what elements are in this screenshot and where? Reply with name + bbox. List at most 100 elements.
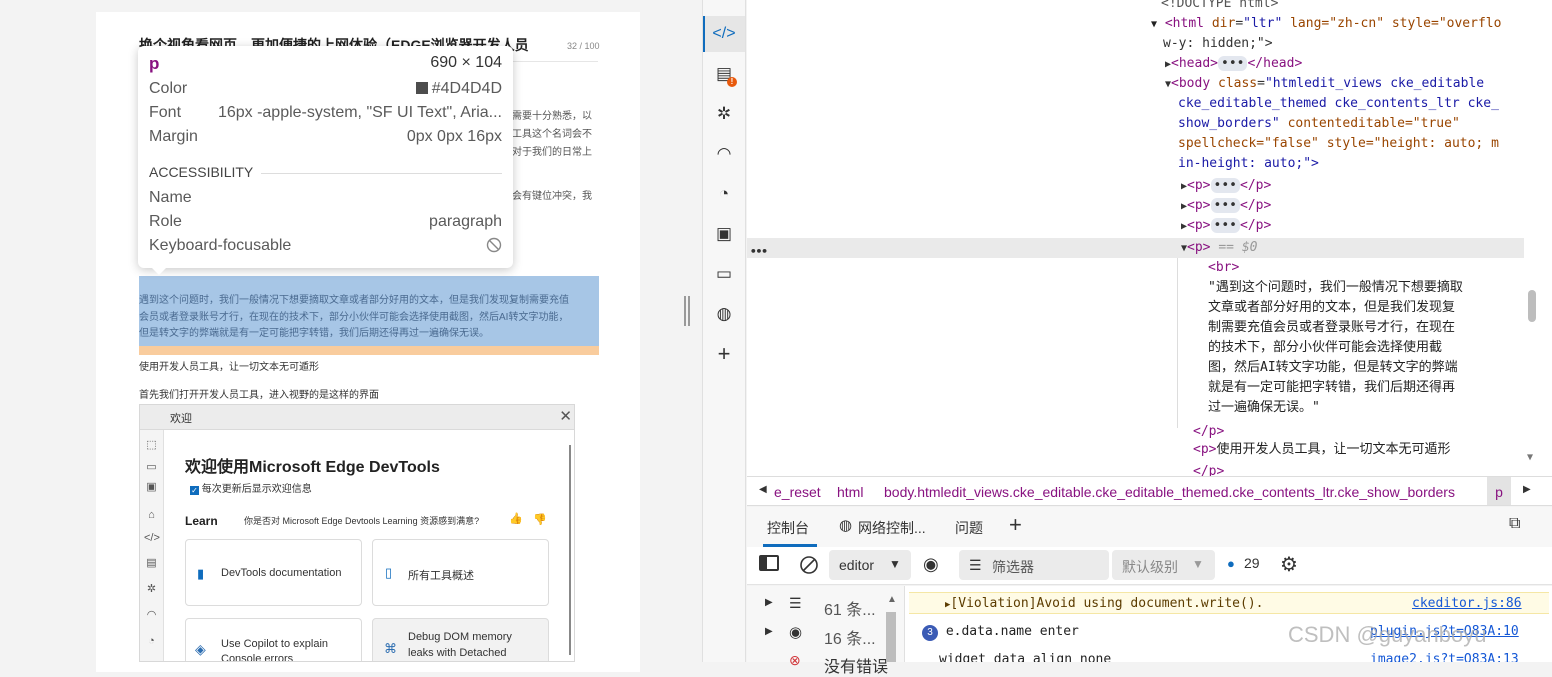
welcome-checkbox-row[interactable]: ✓ 每次更新后显示欢迎信息 xyxy=(190,480,312,495)
ellipsis-icon[interactable]: ••• xyxy=(1210,218,1240,233)
thumbs-up-icon[interactable]: 👍 xyxy=(509,512,523,525)
checkbox-icon[interactable]: ✓ xyxy=(190,486,199,495)
br-node[interactable]: <br> xyxy=(1208,258,1239,278)
welcome-tab: 欢迎 xyxy=(170,413,192,425)
html-node[interactable]: ▼ <html dir="ltr" lang="zh-cn" style="ov… xyxy=(1151,14,1501,35)
filter-input[interactable]: ☰ 筛选器 xyxy=(959,550,1109,580)
panel-resize-handle[interactable] xyxy=(684,296,690,326)
text-node-line: 的技术下，部分小伙伴可能会选择使用截 xyxy=(1208,340,1443,355)
performance-icon: ◔ xyxy=(148,635,155,647)
card-tools-overview[interactable]: ▯ 所有工具概述 xyxy=(372,539,549,606)
tooltip-size: 690 × 104 xyxy=(430,54,502,71)
card-copilot[interactable]: ◈ Use Copilot to explain Console errors xyxy=(185,618,362,661)
console-sidebar: ▶ ☰ 61 条... ▶ ◉ 16 条... ⊗ 没有错误 ▲ xyxy=(747,586,905,676)
body-style-1: style="height: auto; m xyxy=(1326,136,1499,151)
scroll-left-icon[interactable]: ◀ xyxy=(759,484,767,495)
breadcrumb-item[interactable]: html xyxy=(837,484,863,500)
scroll-down-icon[interactable]: ▼ xyxy=(1527,452,1533,463)
p-node[interactable]: ▶<p> ••• </p> xyxy=(1181,196,1271,217)
add-tab-icon[interactable]: + xyxy=(1009,512,1022,538)
p-node[interactable]: ▶<p> ••• </p> xyxy=(1181,176,1271,197)
body-node[interactable]: ▼<body class="htmledit_views cke_editabl… xyxy=(1165,74,1484,95)
indent-guide xyxy=(1177,258,1178,428)
sidebar-toggle-icon[interactable] xyxy=(759,555,779,571)
p-node[interactable]: ▶<p> ••• </p> xyxy=(1181,216,1271,237)
breadcrumb: ◀ e_reset html body.htmledit_views.cke_e… xyxy=(747,476,1552,506)
console-message[interactable]: widget data align none xyxy=(939,652,1111,662)
sidebar-item-errors[interactable]: ⊗ 没有错误 xyxy=(747,650,892,676)
welcome-screenshot: 欢迎 ✕ ⬚ ▭ ▣ ⌂ </> ▤ ✲ ◠ ◔ 欢迎使用Microsoft E… xyxy=(139,404,575,662)
expand-arrow-icon: ▶ xyxy=(765,597,773,608)
dropdown-icon: ▼ xyxy=(889,557,901,571)
tab-issues[interactable]: 问题 xyxy=(955,518,983,538)
context-selector[interactable]: editor ▼ xyxy=(829,550,911,580)
scroll-up-icon[interactable]: ▲ xyxy=(887,594,897,605)
wifi-icon[interactable]: ◠ xyxy=(712,142,736,166)
sidebar-scrollbar[interactable] xyxy=(886,612,896,662)
application-icon[interactable]: ▭ xyxy=(712,262,736,286)
body-class-1: "htmledit_views cke_editable xyxy=(1264,76,1485,91)
dock-drawer-icon[interactable]: ⧉ xyxy=(1509,515,1520,533)
paragraph: 首先我们打开开发人员工具，进入视野的是这样的界面 xyxy=(139,390,379,401)
settings-gear-icon[interactable]: ⚙ xyxy=(1280,552,1298,577)
globe-icon[interactable]: ◍ xyxy=(712,302,736,326)
breadcrumb-item-current[interactable]: p xyxy=(1487,477,1511,505)
card-debug-dom[interactable]: ⌘ Debug DOM memory leaks with Detached xyxy=(372,618,549,661)
issues-count[interactable]: 29 xyxy=(1244,555,1260,571)
devtools-activity-bar: </> ▤ ! ✲ ◠ ◔ ▣ ▭ ◍ + xyxy=(702,0,746,662)
text-line: 会员或者登录账号才行，在现在的技术下，部分小伙伴可能会选择使用截图，然后AI转文… xyxy=(139,311,569,323)
level-selector[interactable]: 默认级别 ▼ xyxy=(1112,550,1215,580)
thumbs-down-icon[interactable]: 👎 xyxy=(533,513,547,526)
color-swatch xyxy=(415,82,428,94)
tree-scrollbar[interactable] xyxy=(1528,290,1536,322)
elements-icon[interactable]: </> xyxy=(712,22,736,46)
text-node-line: 制需要充值会员或者登录账号才行，在现在 xyxy=(1208,320,1456,335)
name-label: Name xyxy=(149,189,192,206)
card-label: DevTools documentation xyxy=(221,567,342,579)
doctype-node[interactable]: <!DOCTYPE html> xyxy=(1161,0,1278,14)
more-dots-icon[interactable]: ••• xyxy=(750,245,768,258)
console-message[interactable]: 3 e.data.name enter xyxy=(922,624,1079,641)
margin-highlight xyxy=(139,346,599,355)
title-counter: 32 / 100 xyxy=(567,41,600,51)
welcome-scrollbar xyxy=(569,445,571,655)
role-value: paragraph xyxy=(429,213,502,230)
message-text: e.data.name enter xyxy=(945,624,1079,639)
card-label: 所有工具概述 xyxy=(408,570,474,582)
margin-value: 0px 0px 16px xyxy=(406,128,502,145)
sidebar-item-messages[interactable]: ▶ ☰ 61 条... xyxy=(747,594,892,619)
ellipsis-icon[interactable]: ••• xyxy=(1210,178,1240,193)
cpu-icon[interactable]: ▣ xyxy=(712,222,736,246)
partial-text: 会有键位冲突，我 xyxy=(512,191,592,202)
breadcrumb-item[interactable]: e_reset xyxy=(774,484,821,500)
next-p-node[interactable]: <p>使用开发人员工具，让一切文本无可遁形 xyxy=(1193,440,1451,460)
scroll-right-icon[interactable]: ▶ xyxy=(1523,484,1531,495)
console-message[interactable]: ▶[Violation]Avoid using document.write()… xyxy=(945,596,1264,611)
add-tool-icon[interactable]: + xyxy=(712,342,736,366)
dropdown-icon: ▼ xyxy=(1192,557,1204,571)
p-close-tag: </p> xyxy=(1193,424,1225,439)
checkbox-label: 每次更新后显示欢迎信息 xyxy=(201,484,312,495)
clear-console-icon[interactable] xyxy=(799,555,819,578)
tab-network-console[interactable]: 网络控制... xyxy=(858,518,926,538)
source-link[interactable]: image2.js?t=O83A:13 xyxy=(1370,652,1519,662)
tab-console[interactable]: 控制台 xyxy=(767,518,809,538)
issues-chat-icon[interactable]: ● xyxy=(1227,556,1235,571)
expand-arrow-icon[interactable]: ▼ xyxy=(1151,19,1157,30)
ellipsis-icon[interactable]: ••• xyxy=(1210,198,1240,213)
breadcrumb-item[interactable]: body.htmledit_views.cke_editable.cke_edi… xyxy=(884,484,1455,500)
bug-icon[interactable]: ✲ xyxy=(712,102,736,126)
selected-p-node[interactable]: ▼<p> == $0 xyxy=(1181,238,1257,259)
text-node-line[interactable]: "遇到这个问题时，我们一般情况下想要摘取 xyxy=(1208,278,1463,298)
source-link[interactable]: ckeditor.js:86 xyxy=(1412,596,1522,611)
body-attrs-3: show_borders" contenteditable="true" xyxy=(1178,114,1460,134)
eye-icon[interactable]: ◉ xyxy=(923,554,939,575)
sidebar-item-user-messages[interactable]: ▶ ◉ 16 条... xyxy=(747,623,892,648)
ellipsis-icon[interactable]: ••• xyxy=(1218,56,1248,71)
performance-icon[interactable]: ◔ xyxy=(712,182,736,206)
highlighted-paragraph-text: 遇到这个问题时，我们一般情况下想要摘取文章或者部分好用的文本，但是我们发现复制需… xyxy=(139,293,599,343)
card-label: Debug DOM memory leaks with Detached xyxy=(408,631,512,659)
card-devtools-docs[interactable]: ▮ DevTools documentation xyxy=(185,539,362,606)
body-style-2: in-height: auto;"> xyxy=(1178,156,1319,171)
head-node[interactable]: ▶<head> ••• </head> xyxy=(1165,54,1302,75)
